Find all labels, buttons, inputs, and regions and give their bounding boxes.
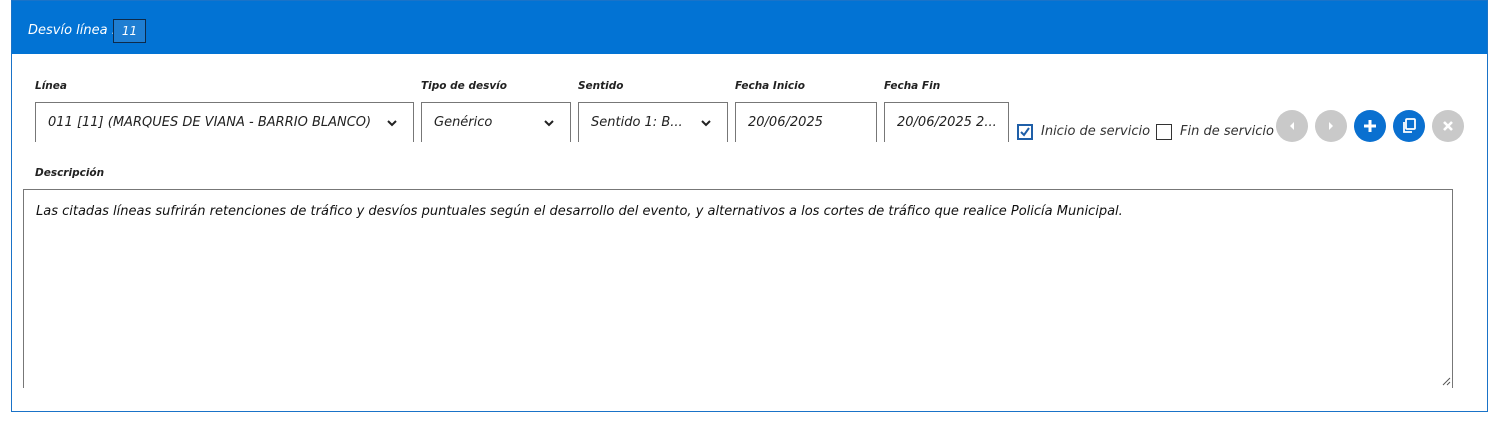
panel-title: Desvío línea : xyxy=(28,23,117,38)
linea-select[interactable]: 011 [11] (MARQUES DE VIANA - BARRIO BLAN… xyxy=(35,102,414,142)
chevron-down-icon xyxy=(544,120,554,127)
tipo-desvio-label: Tipo de desvío xyxy=(421,80,507,92)
descripcion-label: Descripción xyxy=(35,167,105,179)
panel-header: Desvío línea : 11 xyxy=(12,1,1487,54)
fecha-inicio-input[interactable]: 20/06/2025 xyxy=(735,102,877,142)
next-button[interactable] xyxy=(1315,110,1347,142)
tipo-desvio-value: Genérico xyxy=(434,115,493,130)
tipo-desvio-select[interactable]: Genérico xyxy=(421,102,571,142)
checkmark-icon xyxy=(1020,127,1030,137)
fin-servicio-label: Fin de servicio xyxy=(1180,124,1274,139)
descripcion-textarea[interactable]: Las citadas líneas sufrirán retenciones … xyxy=(23,189,1453,388)
copy-icon xyxy=(1403,118,1416,133)
linea-label: Línea xyxy=(35,80,67,92)
fecha-fin-input[interactable]: 20/06/2025 2... xyxy=(884,102,1009,142)
desvio-number-badge: 11 xyxy=(113,19,146,43)
delete-button[interactable] xyxy=(1432,110,1464,142)
chevron-down-icon xyxy=(387,120,397,127)
close-icon xyxy=(1443,121,1453,131)
sentido-label: Sentido xyxy=(578,80,624,92)
fecha-inicio-label: Fecha Inicio xyxy=(735,80,805,92)
previous-button[interactable] xyxy=(1276,110,1308,142)
fecha-fin-value: 20/06/2025 2... xyxy=(897,115,997,130)
fin-servicio-checkbox[interactable] xyxy=(1156,124,1172,140)
inicio-servicio-label: Inicio de servicio xyxy=(1041,124,1151,139)
inicio-servicio-checkbox[interactable] xyxy=(1017,124,1033,140)
resize-grip-icon[interactable] xyxy=(1441,376,1451,386)
copy-button[interactable] xyxy=(1393,110,1425,142)
descripcion-value: Las citadas líneas sufrirán retenciones … xyxy=(36,204,1123,219)
sentido-select[interactable]: Sentido 1: B... xyxy=(578,102,728,142)
chevron-left-icon xyxy=(1290,122,1294,130)
add-button[interactable] xyxy=(1354,110,1386,142)
linea-select-value: 011 [11] (MARQUES DE VIANA - BARRIO BLAN… xyxy=(48,115,372,130)
sentido-value: Sentido 1: B... xyxy=(591,115,683,130)
plus-icon xyxy=(1364,120,1376,132)
chevron-right-icon xyxy=(1329,122,1333,130)
fecha-fin-label: Fecha Fin xyxy=(884,80,941,92)
chevron-down-icon xyxy=(701,120,711,127)
fecha-inicio-value: 20/06/2025 xyxy=(748,115,823,130)
